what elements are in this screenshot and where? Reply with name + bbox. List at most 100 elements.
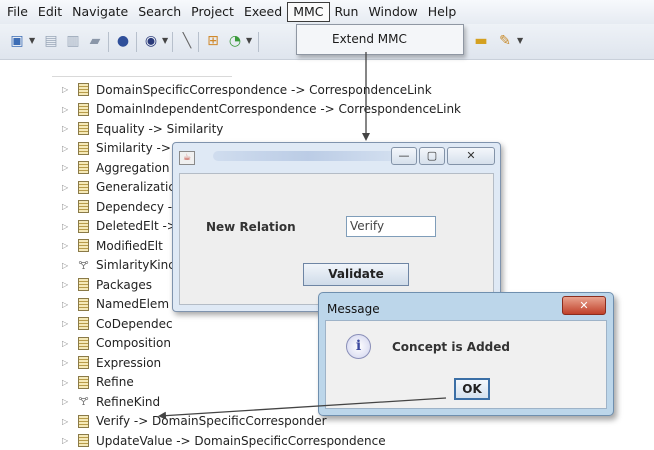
- menu-exeed[interactable]: Exeed: [239, 2, 287, 22]
- expand-arrow-icon[interactable]: ▷: [62, 144, 74, 153]
- class-icon: [78, 317, 89, 330]
- new-relation-input[interactable]: Verify: [346, 216, 436, 237]
- tree-item[interactable]: ▷ UpdateValue -> DomainSpecificCorrespond…: [62, 431, 386, 450]
- target-icon[interactable]: ◉: [142, 32, 160, 50]
- tree-item[interactable]: ▷ Equality -> Similarity: [62, 119, 223, 138]
- tree-item-label: Similarity ->: [96, 141, 171, 155]
- tree-item[interactable]: ▷ Packages: [62, 275, 152, 294]
- tree-item-label: SimlarityKinc: [96, 258, 175, 272]
- expand-arrow-icon[interactable]: ▷: [62, 397, 74, 406]
- tree-item-label: UpdateValue -> DomainSpecificCorresponde…: [96, 433, 386, 448]
- info-icon: i: [346, 334, 371, 359]
- tree-item[interactable]: ▷ Aggregation: [62, 158, 169, 177]
- tree-item[interactable]: ▷ 🝖 RefineKind: [62, 392, 160, 411]
- expand-arrow-icon[interactable]: ▷: [62, 280, 74, 289]
- menu-project[interactable]: Project: [186, 2, 239, 22]
- menu-file[interactable]: File: [2, 2, 33, 22]
- tree-item[interactable]: ▷ Similarity ->: [62, 139, 171, 158]
- tool-icon[interactable]: ╲: [178, 32, 196, 50]
- brush-dropdown-icon[interactable]: ▼: [517, 36, 523, 45]
- expand-arrow-icon[interactable]: ▷: [62, 105, 74, 114]
- menu-help[interactable]: Help: [423, 2, 462, 22]
- grid-icon[interactable]: ⊞: [204, 32, 222, 50]
- tree-item[interactable]: ▷ 🝖 SimlarityKinc: [62, 256, 175, 275]
- tree-item[interactable]: ▷ ModifiedElt: [62, 236, 163, 255]
- expand-arrow-icon[interactable]: ▷: [62, 241, 74, 250]
- expand-arrow-icon[interactable]: ▷: [62, 378, 74, 387]
- debug-icon[interactable]: ●: [114, 32, 132, 50]
- menu-bar: File Edit Navigate Search Project Exeed …: [0, 0, 654, 24]
- menu-edit[interactable]: Edit: [33, 2, 67, 22]
- menu-item-extend-mmc[interactable]: Extend MMC: [332, 32, 407, 46]
- menu-search[interactable]: Search: [133, 2, 186, 22]
- expand-arrow-icon[interactable]: ▷: [62, 417, 74, 426]
- expand-arrow-icon[interactable]: ▷: [62, 358, 74, 367]
- save-icon[interactable]: ▤: [42, 32, 60, 50]
- message-close-button[interactable]: ✕: [562, 296, 606, 315]
- maximize-button[interactable]: ▢: [419, 147, 445, 165]
- class-icon: [78, 161, 89, 174]
- tree-item-label: NamedElem: [96, 297, 170, 311]
- tree-item[interactable]: ▷ Expression: [62, 353, 161, 372]
- expand-arrow-icon[interactable]: ▷: [62, 300, 74, 309]
- new-dropdown-icon[interactable]: ▼: [29, 36, 35, 45]
- tree-item[interactable]: ▷ Verify -> DomainSpecificCorresponder: [62, 412, 327, 431]
- toolbar-separator: [108, 32, 109, 52]
- dialog-titlebar[interactable]: ☕ — ▢ ✕: [173, 143, 500, 173]
- tree-item[interactable]: ▷ DomainIndependentCorrespondence -> Corr…: [62, 100, 461, 119]
- tree-item[interactable]: ▷ Dependecy -: [62, 197, 172, 216]
- expand-arrow-icon[interactable]: ▷: [62, 183, 74, 192]
- tree-item[interactable]: ▷ Refine: [62, 373, 134, 392]
- tree-item[interactable]: ▷ CoDependec: [62, 314, 173, 333]
- class-icon: [78, 200, 89, 213]
- run-icon[interactable]: ◔: [226, 32, 244, 50]
- menu-window[interactable]: Window: [363, 2, 422, 22]
- message-title: Message: [327, 302, 380, 316]
- toolbar-separator: [198, 32, 199, 52]
- tree-item[interactable]: ▷ Composition: [62, 334, 171, 353]
- brush-icon[interactable]: ✎: [496, 32, 514, 50]
- class-icon: [78, 141, 89, 155]
- validate-button[interactable]: Validate: [303, 263, 409, 286]
- tree-item[interactable]: ▷ DeletedElt ->: [62, 217, 177, 236]
- open-folder-icon[interactable]: ▬: [472, 32, 490, 50]
- tree-item[interactable]: ▷ DomainSpecificCorrespondence -> Corresp…: [62, 80, 432, 99]
- close-button[interactable]: ✕: [447, 147, 495, 165]
- expand-arrow-icon[interactable]: ▷: [62, 339, 74, 348]
- tree-item[interactable]: ▷ Generalizatic: [62, 178, 175, 197]
- tree-item-label: DomainSpecificCorrespondence -> Correspo…: [96, 82, 432, 97]
- class-icon: [78, 278, 89, 291]
- expand-arrow-icon[interactable]: ▷: [62, 163, 74, 172]
- new-relation-label: New Relation: [206, 220, 296, 234]
- expand-arrow-icon[interactable]: ▷: [62, 436, 74, 445]
- menu-navigate[interactable]: Navigate: [67, 2, 133, 22]
- new-file-icon[interactable]: ▣: [8, 32, 26, 50]
- expand-arrow-icon[interactable]: ▷: [62, 124, 74, 133]
- expand-arrow-icon[interactable]: ▷: [62, 222, 74, 231]
- save-all-icon[interactable]: ▥: [64, 32, 82, 50]
- class-icon: [78, 297, 89, 311]
- menu-run[interactable]: Run: [330, 2, 364, 22]
- expand-arrow-icon[interactable]: ▷: [62, 85, 74, 94]
- tree-item-label: Composition: [96, 336, 171, 350]
- target-dropdown-icon[interactable]: ▼: [162, 36, 168, 45]
- message-text: Concept is Added: [392, 340, 510, 354]
- expand-arrow-icon[interactable]: ▷: [62, 261, 74, 270]
- tree-item-label: Expression: [96, 355, 162, 370]
- tree-item-label: Dependecy -: [96, 199, 173, 214]
- class-icon: [78, 414, 89, 428]
- class-icon: [78, 336, 89, 350]
- ok-button[interactable]: OK: [454, 378, 490, 400]
- minimize-button[interactable]: —: [391, 147, 417, 165]
- tree-item-label: DomainIndependentCorrespondence -> Corre…: [96, 102, 462, 116]
- expand-arrow-icon[interactable]: ▷: [62, 319, 74, 328]
- tree-item[interactable]: ▷ NamedElem: [62, 295, 169, 314]
- menu-mmc[interactable]: MMC: [287, 2, 330, 22]
- expand-arrow-icon[interactable]: ▷: [62, 202, 74, 211]
- tree-item-label: Aggregation: [96, 160, 170, 175]
- print-icon[interactable]: ▰: [86, 32, 104, 50]
- tree-item-label: Refine: [96, 375, 134, 389]
- class-icon: [78, 356, 89, 369]
- tree-item-label: Verify -> DomainSpecificCorresponder: [96, 414, 327, 428]
- run-dropdown-icon[interactable]: ▼: [246, 36, 252, 45]
